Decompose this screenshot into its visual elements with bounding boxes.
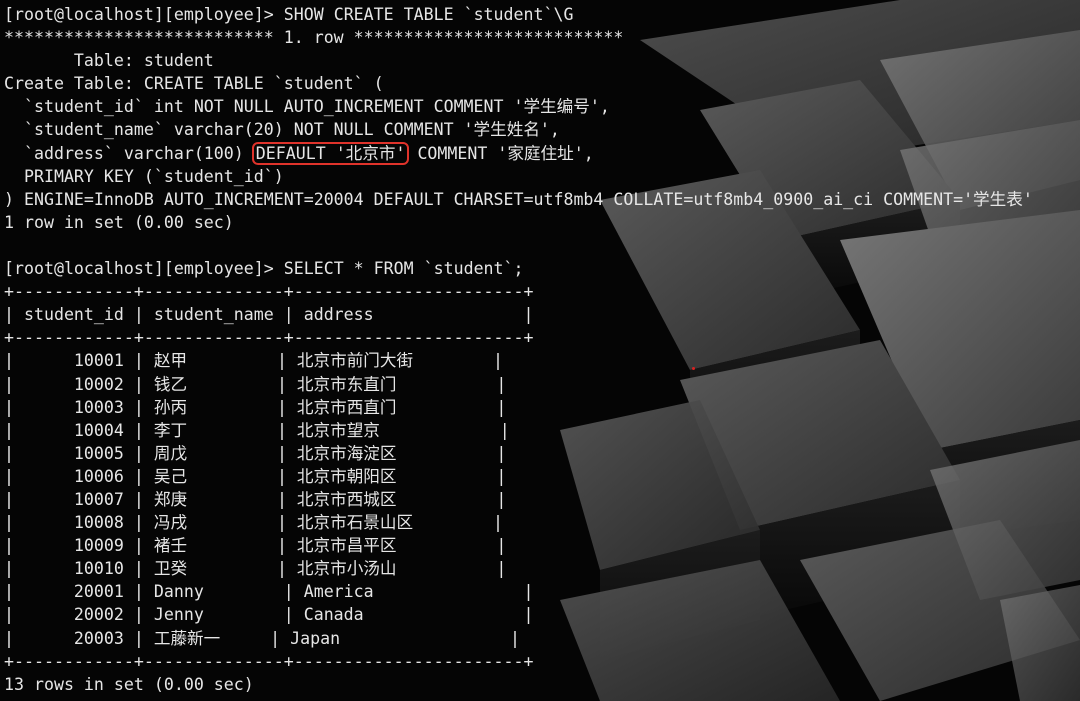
table-border-top: +------------+--------------+-----------… — [4, 282, 534, 302]
engine-line: ) ENGINE=InnoDB AUTO_INCREMENT=20004 DEF… — [4, 189, 1033, 209]
table-name-line: Table: student — [4, 51, 214, 71]
table-row: | 20003 | 工藤新一 | Japan | — [4, 628, 520, 648]
primary-key-line: PRIMARY KEY (`student_id`) — [4, 166, 284, 186]
table-row: | 10006 | 吴己 | 北京市朝阳区 | — [4, 466, 507, 486]
table-row: | 10003 | 孙丙 | 北京市西直门 | — [4, 397, 507, 417]
column-def-student-name: `student_name` varchar(20) NOT NULL COMM… — [4, 120, 560, 140]
table-row: | 10010 | 卫癸 | 北京市小汤山 | — [4, 559, 507, 579]
table-header-row: | student_id | student_name | address | — [4, 305, 534, 325]
shell-prompt: [root@localhost][employee]> — [4, 259, 274, 279]
result-summary: 13 rows in set (0.00 sec) — [4, 674, 254, 694]
table-border-bottom: +------------+--------------+-----------… — [4, 651, 534, 671]
table-row: | 20001 | Danny | America | — [4, 582, 534, 602]
command-line-select: [root@localhost][employee]> SELECT * FRO… — [4, 257, 1080, 280]
table-row: | 10002 | 钱乙 | 北京市东直门 | — [4, 374, 507, 394]
table-row: | 10001 | 赵甲 | 北京市前门大街 | — [4, 351, 504, 371]
table-row: | 10007 | 郑庚 | 北京市西城区 | — [4, 489, 507, 509]
table-row: | 10009 | 褚壬 | 北京市昌平区 | — [4, 536, 507, 556]
command-line-show-create: [root@localhost][employee]> SHOW CREATE … — [4, 3, 1080, 26]
result-summary: 1 row in set (0.00 sec) — [4, 212, 234, 232]
shell-prompt: [root@localhost][employee]> — [4, 5, 274, 24]
column-def-address: `address` varchar(100) DEFAULT '北京市' COM… — [4, 141, 1080, 165]
row-banner: *************************** 1. row *****… — [4, 28, 624, 48]
table-row: | 10005 | 周戊 | 北京市海淀区 | — [4, 443, 507, 463]
table-row: | 20002 | Jenny | Canada | — [4, 605, 534, 625]
table-row: | 10008 | 冯戌 | 北京市石景山区 | — [4, 513, 504, 533]
table-row: | 10004 | 李丁 | 北京市望京 | — [4, 420, 510, 440]
address-def-prefix: `address` varchar(100) — [4, 143, 254, 163]
create-table-line: Create Table: CREATE TABLE `student` ( — [4, 74, 384, 94]
sql-command: SELECT * FROM `student`; — [283, 259, 524, 279]
address-def-suffix: COMMENT '家庭住址', — [407, 143, 594, 163]
table-border-header: +------------+--------------+-----------… — [4, 328, 534, 348]
column-def-student-id: `student_id` int NOT NULL AUTO_INCREMENT… — [4, 97, 610, 117]
terminal-window[interactable]: [root@localhost][employee]> SHOW CREATE … — [0, 0, 1080, 701]
default-value-highlight: DEFAULT '北京市' — [251, 141, 410, 165]
sql-command: SHOW CREATE TABLE `student`\G — [283, 5, 574, 24]
table-body: | 10001 | 赵甲 | 北京市前门大街 | | 10002 | 钱乙 | 北… — [4, 349, 1080, 649]
